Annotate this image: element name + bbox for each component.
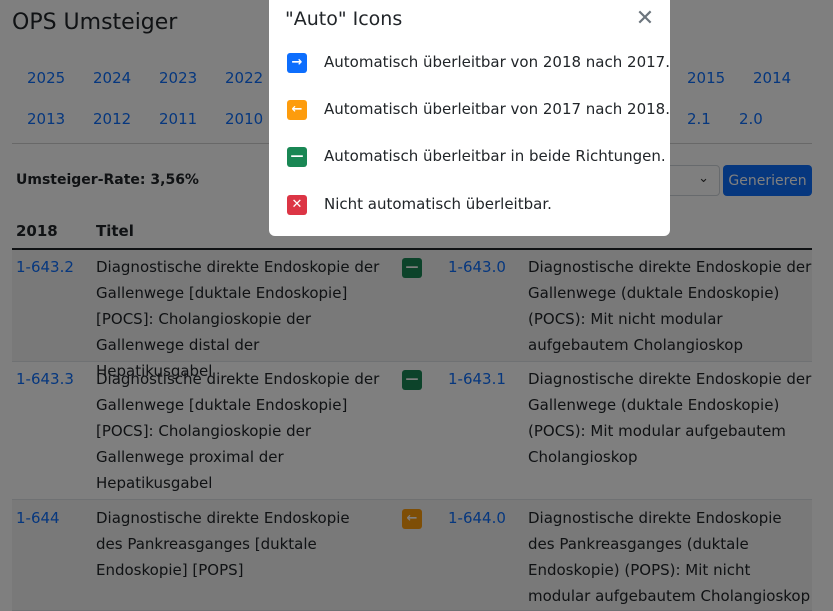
dash-icon: — <box>287 147 307 167</box>
arrow-left-icon: ← <box>287 100 307 120</box>
legend-text: Automatisch überleitbar in beide Richtun… <box>324 147 666 165</box>
arrow-right-icon: → <box>287 53 307 73</box>
legend-text: Nicht automatisch überleitbar. <box>324 195 552 213</box>
close-icon[interactable]: ✕ <box>634 8 656 30</box>
legend-text: Automatisch überleitbar von 2017 nach 20… <box>324 100 670 118</box>
legend-text: Automatisch überleitbar von 2018 nach 20… <box>324 53 670 71</box>
auto-icons-modal: "Auto" Icons ✕ → Automatisch überleitbar… <box>269 0 670 236</box>
modal-title: "Auto" Icons <box>285 8 403 30</box>
x-icon: ✕ <box>287 195 307 215</box>
